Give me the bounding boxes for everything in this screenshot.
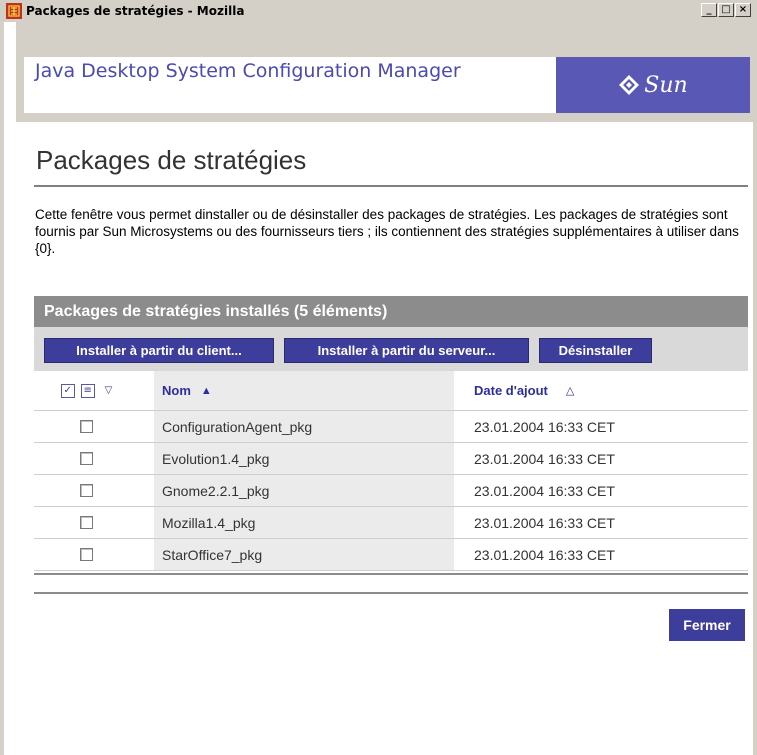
name-column-header[interactable]: Nom ▲	[154, 371, 454, 410]
close-button[interactable]: Fermer	[669, 609, 745, 641]
row-checkbox[interactable]	[80, 420, 93, 433]
row-checkbox[interactable]	[80, 548, 93, 561]
sun-diamond-icon	[619, 75, 640, 95]
sun-logo-text: Sun	[644, 72, 688, 98]
date-column-label: Date d'ajout	[474, 383, 548, 398]
window-controls: _ □ ×	[700, 3, 751, 17]
uninstall-button[interactable]: Désinstaller	[539, 338, 652, 363]
table-header-row: ✓ ≡ ▽ Nom ▲ Date d'ajout △	[34, 371, 748, 411]
select-menu-chevron-icon[interactable]: ▽	[105, 385, 113, 396]
package-name: Gnome2.2.1_pkg	[162, 482, 270, 499]
page-description: Cette fenêtre vous permet dinstaller ou …	[35, 207, 739, 256]
row-checkbox[interactable]	[80, 484, 93, 497]
table-row: Evolution1.4_pkg 23.01.2004 16:33 CET	[34, 443, 748, 475]
name-column-label: Nom	[162, 383, 191, 398]
row-checkbox[interactable]	[80, 452, 93, 465]
page-title: Packages de stratégies	[36, 145, 307, 175]
title-divider	[34, 185, 748, 187]
table-row: Gnome2.2.1_pkg 23.01.2004 16:33 CET	[34, 475, 748, 507]
maximize-button[interactable]: □	[718, 3, 734, 17]
deselect-all-icon[interactable]: ≡	[80, 383, 95, 398]
package-date: 23.01.2004 16:33 CET	[474, 482, 615, 499]
sort-unsorted-icon: △	[565, 385, 575, 397]
table-bottom-divider	[34, 573, 748, 575]
date-column-header[interactable]: Date d'ajout △	[464, 371, 748, 410]
sort-ascending-icon: ▲	[200, 384, 212, 397]
package-date: 23.01.2004 16:33 CET	[474, 418, 615, 435]
table-action-bar: Installer à partir du client... Installe…	[34, 327, 748, 371]
mozilla-app-icon	[6, 3, 22, 19]
row-checkbox[interactable]	[80, 516, 93, 529]
table-row: ConfigurationAgent_pkg 23.01.2004 16:33 …	[34, 411, 748, 443]
minimize-button[interactable]: _	[701, 3, 717, 17]
table-row: Mozilla1.4_pkg 23.01.2004 16:33 CET	[34, 507, 748, 539]
package-name: Evolution1.4_pkg	[162, 450, 270, 467]
install-from-client-button[interactable]: Installer à partir du client...	[44, 338, 274, 363]
close-window-button[interactable]: ×	[735, 3, 751, 17]
sun-logo: Sun	[556, 57, 750, 113]
table-title: Packages de stratégies installés (5 élém…	[44, 302, 388, 320]
table-title-bar: Packages de stratégies installés (5 élém…	[34, 296, 748, 327]
package-date: 23.01.2004 16:33 CET	[474, 514, 615, 531]
install-from-server-button[interactable]: Installer à partir du serveur...	[284, 338, 529, 363]
package-date: 23.01.2004 16:33 CET	[474, 546, 615, 563]
packages-table: ✓ ≡ ▽ Nom ▲ Date d'ajout △ Configuration…	[34, 371, 748, 571]
banner-title: Java Desktop System Configuration Manage…	[35, 60, 461, 82]
package-name: StarOffice7_pkg	[162, 546, 263, 563]
select-all-icon[interactable]: ✓	[60, 383, 75, 398]
browser-window: Packages de stratégies - Mozilla _ □ × J…	[0, 0, 757, 755]
window-titlebar[interactable]: Packages de stratégies - Mozilla _ □ ×	[4, 0, 753, 22]
footer-divider	[34, 592, 748, 594]
package-name: ConfigurationAgent_pkg	[162, 418, 313, 435]
app-banner: Java Desktop System Configuration Manage…	[16, 22, 753, 122]
package-date: 23.01.2004 16:33 CET	[474, 450, 615, 467]
select-column-header: ✓ ≡ ▽	[34, 371, 139, 410]
package-name: Mozilla1.4_pkg	[162, 514, 256, 531]
table-row: StarOffice7_pkg 23.01.2004 16:33 CET	[34, 539, 748, 571]
window-title: Packages de stratégies - Mozilla	[26, 4, 245, 18]
